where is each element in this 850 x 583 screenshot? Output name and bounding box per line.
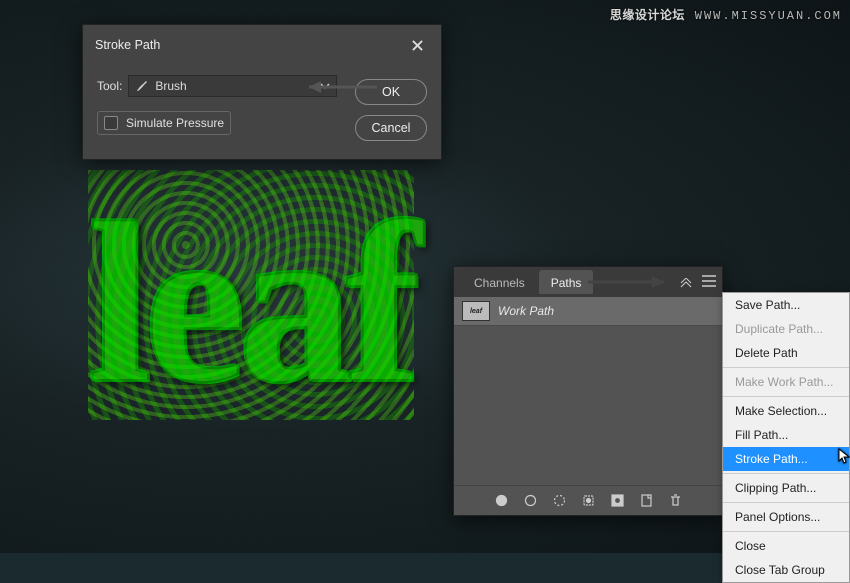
fill-path-icon[interactable]: [494, 493, 509, 508]
mask-icon[interactable]: [610, 493, 625, 508]
paths-panel: Channels Paths leaf Work Path: [453, 266, 723, 516]
watermark-top-text: 思缘设计论坛: [610, 8, 685, 22]
menu-separator: [723, 396, 849, 397]
tool-value: Brush: [155, 79, 186, 93]
menu-item-make-work-path: Make Work Path...: [723, 370, 849, 394]
menu-separator: [723, 502, 849, 503]
tool-dropdown[interactable]: Brush: [128, 75, 337, 97]
panel-tabs: Channels Paths: [454, 267, 722, 297]
cancel-button[interactable]: Cancel: [355, 115, 427, 141]
panel-menu-button[interactable]: [702, 275, 716, 290]
make-work-path-icon[interactable]: [581, 493, 596, 508]
dialog-close-button[interactable]: [405, 33, 429, 57]
simulate-pressure-checkbox[interactable]: [104, 116, 118, 130]
annotation-arrow-1: [299, 76, 379, 98]
artwork-text: leaf: [88, 170, 414, 420]
menu-separator: [723, 367, 849, 368]
tab-channels[interactable]: Channels: [462, 270, 537, 294]
dialog-title-text: Stroke Path: [95, 38, 160, 52]
new-path-icon[interactable]: [639, 493, 654, 508]
path-name: Work Path: [498, 304, 554, 318]
menu-separator: [723, 473, 849, 474]
panel-context-menu: Save Path...Duplicate Path...Delete Path…: [722, 292, 850, 583]
stroke-path-dialog: Stroke Path Tool: Brush Simulate Pressur…: [82, 24, 442, 160]
path-item[interactable]: leaf Work Path: [454, 297, 722, 326]
menu-item-close[interactable]: Close: [723, 534, 849, 558]
menu-item-save-path[interactable]: Save Path...: [723, 293, 849, 317]
menu-item-clipping-path[interactable]: Clipping Path...: [723, 476, 849, 500]
stroke-path-icon[interactable]: [523, 493, 538, 508]
delete-path-icon[interactable]: [668, 493, 683, 508]
close-icon: [412, 40, 423, 51]
menu-separator: [723, 531, 849, 532]
tool-row: Tool: Brush: [97, 75, 337, 97]
menu-item-fill-path[interactable]: Fill Path...: [723, 423, 849, 447]
cursor-pointer: [838, 448, 850, 464]
panel-footer: [454, 485, 722, 515]
hamburger-icon: [702, 275, 716, 287]
menu-item-make-selection[interactable]: Make Selection...: [723, 399, 849, 423]
tool-label: Tool:: [97, 79, 122, 93]
dialog-left: Tool: Brush Simulate Pressure: [97, 75, 337, 141]
dialog-body: Tool: Brush Simulate Pressure OK Cancel: [83, 65, 441, 159]
brush-icon: [135, 79, 149, 93]
menu-item-delete-path[interactable]: Delete Path: [723, 341, 849, 365]
simulate-pressure-row[interactable]: Simulate Pressure: [97, 111, 231, 135]
simulate-pressure-label: Simulate Pressure: [126, 116, 224, 130]
watermark-top-url: WWW.MISSYUAN.COM: [695, 9, 842, 23]
menu-item-close-tab-group[interactable]: Close Tab Group: [723, 558, 849, 582]
menu-item-panel-options[interactable]: Panel Options...: [723, 505, 849, 529]
paths-list[interactable]: leaf Work Path: [454, 297, 722, 485]
menu-item-duplicate-path: Duplicate Path...: [723, 317, 849, 341]
dialog-titlebar[interactable]: Stroke Path: [83, 25, 441, 65]
menu-item-stroke-path[interactable]: Stroke Path...: [723, 447, 849, 471]
path-thumbnail: leaf: [462, 301, 490, 321]
path-to-selection-icon[interactable]: [552, 493, 567, 508]
watermark-top: 思缘设计论坛 WWW.MISSYUAN.COM: [610, 6, 842, 23]
annotation-arrow-2: [586, 273, 676, 291]
panel-collapse-icon[interactable]: [680, 277, 692, 291]
